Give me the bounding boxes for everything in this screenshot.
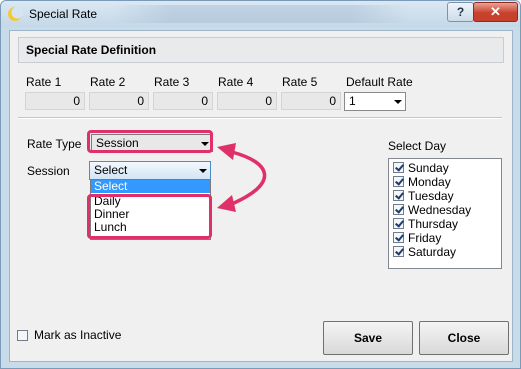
- checkbox[interactable]: [393, 176, 404, 187]
- checkbox[interactable]: [17, 330, 28, 341]
- chevron-down-icon: [394, 100, 402, 104]
- window-title: Special Rate: [29, 7, 98, 21]
- rate-1-label: Rate 1: [26, 75, 62, 89]
- checkbox[interactable]: [393, 190, 404, 201]
- rate-4-input[interactable]: 0: [217, 92, 277, 110]
- session-label: Session: [27, 164, 70, 178]
- default-rate-label: Default Rate: [346, 75, 413, 89]
- dialog-content: Special Rate Definition Rate 1 Rate 2 Ra…: [9, 30, 513, 362]
- chevron-down-icon: [199, 169, 207, 173]
- section-title: Special Rate Definition: [26, 43, 157, 57]
- close-icon[interactable]: ✕: [473, 2, 518, 22]
- rate-3-label: Rate 3: [154, 75, 190, 89]
- default-rate-select[interactable]: 1: [344, 92, 406, 111]
- session-option-select[interactable]: Select: [91, 180, 210, 193]
- divider: [18, 117, 502, 119]
- day-label: Saturday: [408, 245, 457, 259]
- checkbox[interactable]: [393, 246, 404, 257]
- rate-2-input[interactable]: 0: [89, 92, 149, 110]
- rate-5-label: Rate 5: [282, 75, 318, 89]
- rate-type-highlight: [87, 130, 213, 153]
- rate-5-input[interactable]: 0: [281, 92, 341, 110]
- close-button[interactable]: Close: [419, 321, 509, 355]
- day-label: Wednesday: [408, 203, 472, 217]
- save-button[interactable]: Save: [323, 321, 413, 355]
- checkbox[interactable]: [393, 232, 404, 243]
- background-window-ghost: [111, 5, 411, 23]
- day-label: Friday: [408, 231, 442, 245]
- session-select[interactable]: Select: [89, 161, 211, 180]
- rate-3-input[interactable]: 0: [153, 92, 213, 110]
- day-list: Sunday Monday Tuesday Wednesday Thursday…: [388, 158, 502, 269]
- help-icon[interactable]: ?: [447, 2, 474, 22]
- session-value: Select: [94, 163, 128, 177]
- special-rate-window: Special Rate ? ✕ Special Rate Definition…: [0, 0, 521, 369]
- day-label: Tuesday: [408, 189, 454, 203]
- default-rate-value: 1: [349, 94, 356, 108]
- rate-2-label: Rate 2: [90, 75, 126, 89]
- title-bar: Special Rate ? ✕: [1, 1, 520, 27]
- checkbox[interactable]: [393, 162, 404, 173]
- session-options-highlight: [87, 194, 212, 239]
- select-day-label: Select Day: [388, 139, 447, 153]
- rate-4-label: Rate 4: [218, 75, 254, 89]
- checkbox[interactable]: [393, 218, 404, 229]
- day-label: Monday: [408, 175, 451, 189]
- crescent-logo-icon: [8, 6, 23, 21]
- mark-inactive-label: Mark as Inactive: [34, 328, 122, 342]
- rate-1-input[interactable]: 0: [25, 92, 85, 110]
- section-header: Special Rate Definition: [18, 37, 504, 63]
- day-label: Sunday: [408, 161, 449, 175]
- rate-type-label: Rate Type: [27, 137, 82, 151]
- checkbox[interactable]: [393, 204, 404, 215]
- day-label: Thursday: [408, 217, 459, 231]
